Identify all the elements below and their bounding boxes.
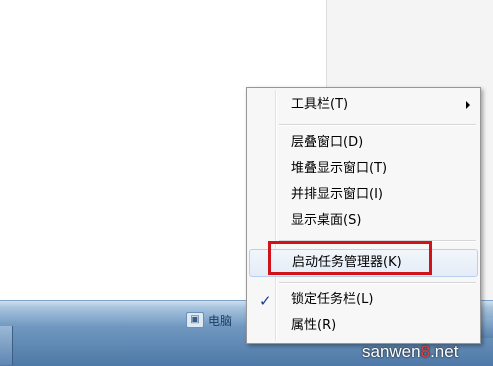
taskbar-app-item[interactable]: ▣ 电脑 <box>186 312 246 328</box>
menu-item-toolbars[interactable]: 工具栏(T) <box>249 94 478 116</box>
menu-item-label: 工具栏(T) <box>291 97 349 112</box>
menu-item-side-by-side[interactable]: 并排显示窗口(I) <box>249 184 478 206</box>
menu-item-stack-windows[interactable]: 堆叠显示窗口(T) <box>249 158 478 180</box>
menu-item-label: 堆叠显示窗口(T) <box>291 161 388 176</box>
taskbar-context-menu: 工具栏(T) 层叠窗口(D) 堆叠显示窗口(T) 并排显示窗口(I) 显示桌面(… <box>246 87 481 344</box>
menu-item-show-desktop[interactable]: 显示桌面(S) <box>249 210 478 232</box>
watermark-tail: .net <box>430 342 459 361</box>
taskbar-start-edge[interactable] <box>0 326 13 365</box>
tray-app-icon: ▣ <box>186 312 204 328</box>
watermark: sanwen8.net <box>362 342 458 362</box>
checkmark-icon: ✓ <box>259 292 272 310</box>
red-highlight-annotation <box>268 241 432 275</box>
menu-item-lock-taskbar[interactable]: ✓ 锁定任务栏(L) <box>249 289 478 311</box>
menu-item-label: 并排显示窗口(I) <box>291 187 383 202</box>
menu-item-cascade-windows[interactable]: 层叠窗口(D) <box>249 132 478 154</box>
menu-separator <box>279 282 476 284</box>
menu-item-label: 锁定任务栏(L) <box>291 292 374 307</box>
taskbar-app-label: 电脑 <box>208 313 233 328</box>
menu-separator <box>279 124 476 126</box>
watermark-main: sanwen <box>362 342 421 361</box>
menu-item-label: 层叠窗口(D) <box>291 135 364 150</box>
menu-item-label: 显示桌面(S) <box>291 213 362 228</box>
watermark-accent: 8 <box>420 342 431 361</box>
arrow-right-icon <box>466 101 470 109</box>
menu-item-properties[interactable]: 属性(R) <box>249 315 478 337</box>
menu-item-label: 属性(R) <box>291 318 337 333</box>
